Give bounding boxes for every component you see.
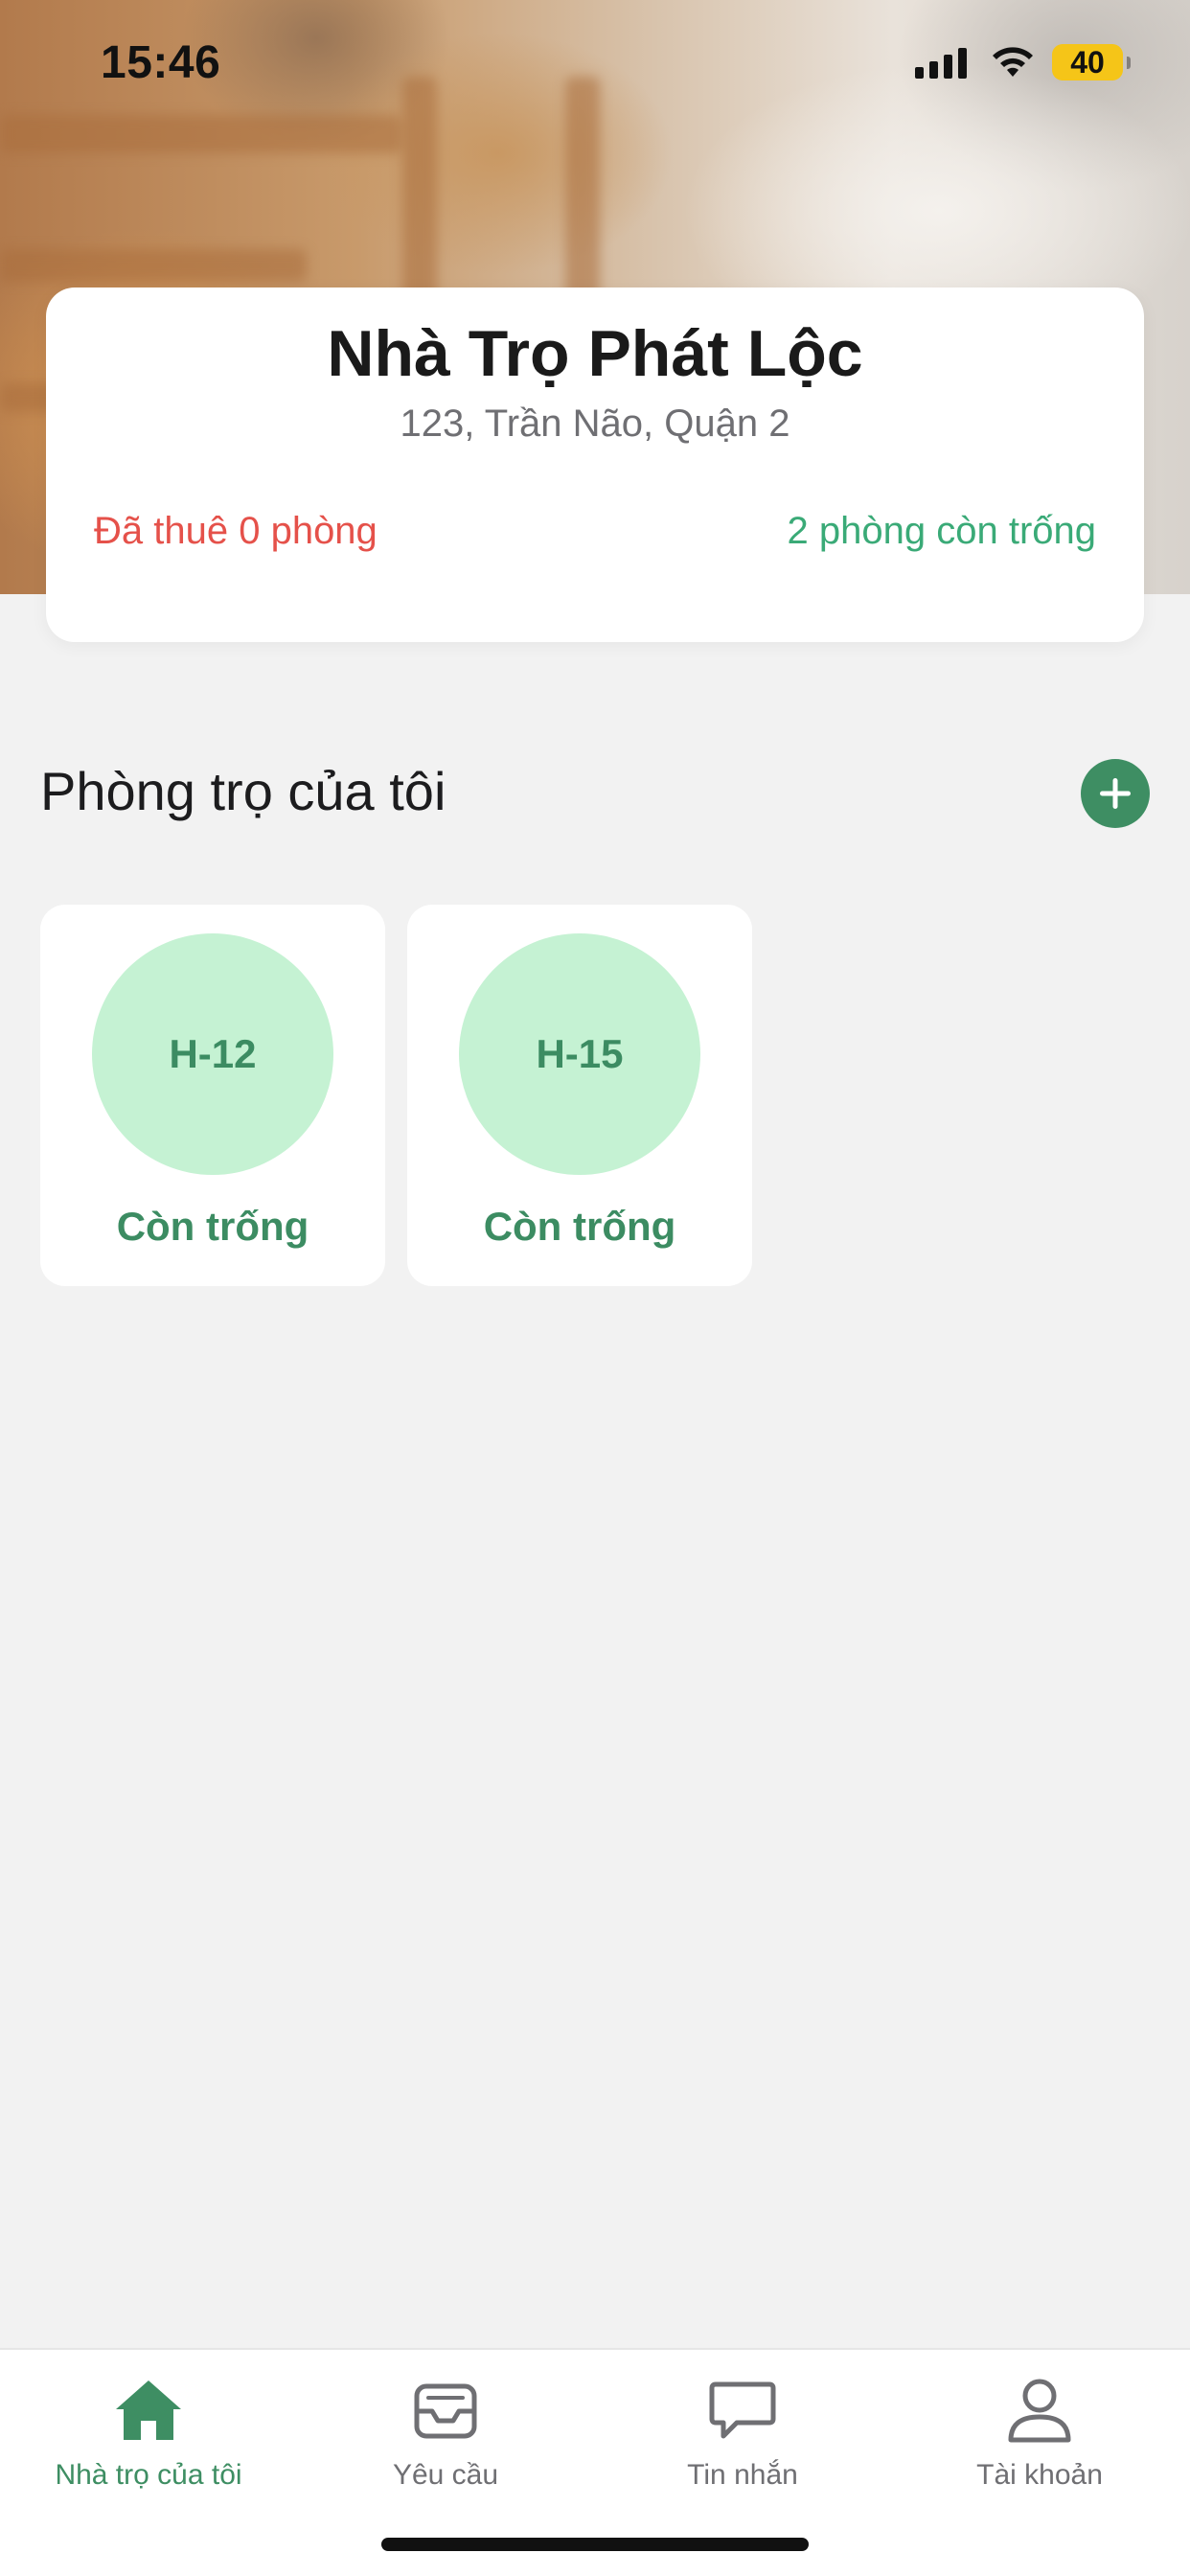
- room-status: Còn trống: [116, 1204, 309, 1249]
- inbox-icon: [414, 2383, 477, 2439]
- cellular-signal-icon: [915, 48, 967, 79]
- room-status: Còn trống: [483, 1204, 676, 1249]
- status-time: 15:46: [101, 37, 221, 88]
- user-icon: [1008, 2379, 1071, 2443]
- chat-bubble-icon: [709, 2381, 776, 2439]
- tab-account[interactable]: Tài khoản: [891, 2369, 1188, 2513]
- tab-label: Nhà trọ của tôi: [55, 2459, 242, 2491]
- vacant-count: 2 phòng còn trống: [787, 510, 1096, 552]
- tab-label: Tin nhắn: [687, 2459, 798, 2491]
- section-title: Phòng trọ của tôi: [40, 761, 446, 821]
- tab-requests[interactable]: Yêu cầu: [297, 2369, 594, 2513]
- home-indicator[interactable]: [381, 2538, 809, 2551]
- add-room-button[interactable]: [1081, 759, 1150, 828]
- battery-level: 40: [1070, 44, 1105, 80]
- tab-label: Yêu cầu: [392, 2459, 499, 2491]
- property-name: Nhà Trọ Phát Lộc: [327, 317, 863, 390]
- tab-messages[interactable]: Tin nhắn: [594, 2369, 891, 2513]
- home-icon: [116, 2380, 181, 2440]
- plus-icon: [1100, 778, 1131, 809]
- room-card[interactable]: H-15 Còn trống: [407, 905, 752, 1286]
- rented-count: Đã thuê 0 phòng: [94, 510, 378, 552]
- wifi-icon: [993, 47, 1033, 77]
- status-bar: 15:46 40: [0, 0, 1190, 129]
- tab-label: Tài khoản: [976, 2459, 1103, 2491]
- tab-my-hostels[interactable]: Nhà trọ của tôi: [0, 2369, 297, 2513]
- property-card[interactable]: Nhà Trọ Phát Lộc 123, Trần Não, Quận 2 Đ…: [46, 288, 1144, 642]
- room-code: H-15: [459, 933, 700, 1175]
- room-card[interactable]: H-12 Còn trống: [40, 905, 385, 1286]
- property-address: 123, Trần Não, Quận 2: [400, 402, 790, 445]
- room-code: H-12: [92, 933, 333, 1175]
- battery-icon: 40: [1052, 44, 1131, 80]
